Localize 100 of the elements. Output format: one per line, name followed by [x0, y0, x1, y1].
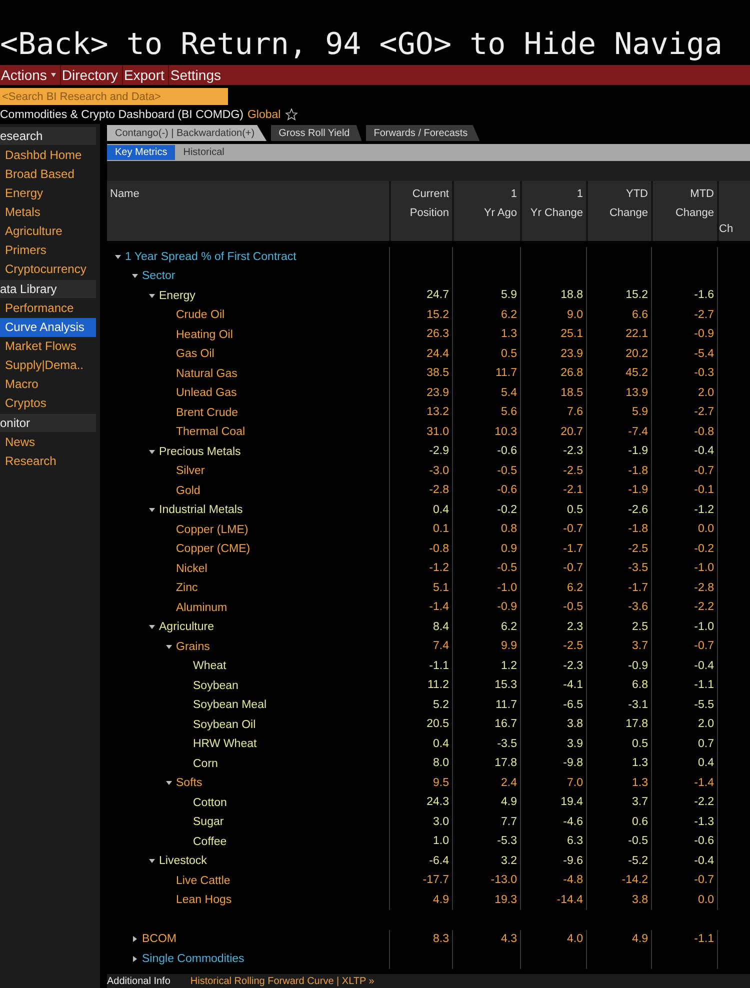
table-cell: 0.0 [698, 894, 714, 906]
table-cell: -4.1 [563, 679, 583, 691]
table-cell: 20.5 [426, 718, 449, 730]
table-cell: 0.4 [433, 738, 449, 750]
table-cell: 0.4 [433, 504, 449, 516]
expanded-triangle-icon[interactable] [149, 507, 155, 514]
table-cell: -3.6 [628, 601, 648, 613]
expanded-triangle-icon[interactable] [149, 624, 155, 630]
scope-link[interactable]: Global [247, 108, 281, 120]
table-cell: 15.2 [626, 289, 648, 301]
sidebar-item[interactable]: Agriculture [0, 222, 96, 241]
expanded-triangle-icon[interactable] [166, 780, 172, 786]
column-header: MTD Change [675, 188, 714, 219]
sidebar-item[interactable]: Energy [0, 184, 96, 203]
row-label: Heating Oil [176, 328, 233, 341]
expanded-triangle-icon[interactable] [149, 858, 155, 864]
table-cell: -0.5 [563, 601, 583, 613]
sidebar-item[interactable]: Cryptocurrency [0, 260, 96, 279]
table-cell: -2.2 [694, 601, 714, 613]
table-cell: 20.7 [560, 426, 583, 438]
table-cell: 26.3 [426, 328, 449, 340]
table-cell: -1.2 [429, 562, 449, 574]
table-cell: -2.3 [563, 660, 583, 672]
table-cell: -0.2 [694, 542, 714, 554]
table-cell: 23.9 [560, 348, 583, 360]
table-cell: 5.9 [632, 406, 648, 418]
table-cell: -1.4 [429, 601, 449, 613]
table-cell: -1.0 [694, 562, 714, 574]
tab[interactable]: Forwards / Forecasts [366, 125, 480, 141]
expanded-triangle-icon[interactable] [166, 644, 172, 650]
tab[interactable]: Gross Roll Yield [270, 125, 362, 141]
menu-item[interactable]: Settings [169, 65, 225, 85]
collapsed-triangle-icon[interactable] [132, 936, 138, 942]
table-cell: -0.7 [694, 640, 714, 652]
tab[interactable]: Contango(-) | Backwardation(+) [107, 125, 267, 141]
table-cell: 3.0 [433, 816, 449, 828]
footer-label: Additional Info [107, 976, 170, 986]
expanded-triangle-icon[interactable] [132, 273, 138, 280]
table-cell: -3.0 [429, 464, 449, 476]
table-cell: -2.6 [628, 504, 648, 516]
menu-item[interactable]: Directory [60, 65, 123, 85]
table-cell: 1.0 [433, 835, 449, 847]
navigation-hint: <Back> to Return, 94 <GO> to Hide Naviga [0, 26, 724, 64]
sidebar-item[interactable]: Macro [0, 375, 96, 394]
subtab[interactable]: Historical [175, 145, 232, 160]
table-cell: -1.7 [563, 542, 583, 554]
subtab[interactable]: Key Metrics [107, 145, 176, 160]
row-label: Unlead Gas [176, 387, 237, 400]
table-cell: -0.6 [497, 445, 517, 457]
sidebar-item[interactable]: Performance [0, 299, 96, 318]
expanded-triangle-icon[interactable] [149, 448, 155, 455]
column-header: 1 Yr Change [530, 188, 583, 219]
table-cell: -0.6 [694, 835, 714, 847]
table-cell: -0.7 [694, 874, 714, 886]
table-cell: -6.5 [563, 698, 583, 710]
sidebar-item[interactable]: Metals [0, 203, 96, 222]
table-cell: -0.4 [694, 660, 714, 672]
sidebar-item[interactable]: Market Flows [0, 337, 96, 356]
table-cell: -2.5 [563, 640, 583, 652]
row-label: Soybean [193, 680, 238, 692]
table-cell: 13.9 [626, 386, 648, 398]
expanded-triangle-icon[interactable] [115, 254, 121, 260]
table-cell: 2.0 [698, 386, 714, 398]
sidebar-item[interactable]: Curve Analysis [0, 318, 96, 337]
table-cell: 25.1 [560, 328, 583, 340]
table-cell: 45.2 [626, 367, 648, 379]
sidebar-item[interactable]: Primers [0, 241, 96, 260]
table-cell: -1.7 [628, 582, 648, 594]
sidebar-item[interactable]: Research [0, 452, 96, 471]
star-icon[interactable] [284, 108, 298, 121]
row-label: HRW Wheat [193, 738, 257, 750]
sidebar-item[interactable]: Supply|Dema.. [0, 356, 96, 375]
menu-item[interactable]: Export [122, 65, 170, 85]
table-cell: 2.0 [698, 718, 714, 730]
sidebar-item[interactable]: Dashbd Home [0, 146, 96, 165]
table-cell: 0.8 [501, 523, 517, 535]
table-cell: 0.5 [567, 504, 583, 516]
expanded-triangle-icon[interactable] [149, 292, 155, 299]
table-cell: 1.3 [632, 757, 648, 769]
menu-item[interactable]: Actions [0, 65, 61, 85]
row-label: Thermal Coal [176, 426, 246, 438]
table-cell: -1.0 [497, 582, 517, 594]
table-cell: 3.8 [567, 718, 583, 730]
table-cell: 18.8 [560, 289, 583, 301]
table-cell: -5.3 [497, 835, 517, 847]
table-cell: 4.9 [632, 932, 648, 944]
table-cell: -0.7 [563, 562, 583, 574]
sidebar-item[interactable]: Cryptos [0, 394, 96, 413]
table-cell: 15.3 [494, 679, 517, 691]
search-field[interactable]: <Search BI Research and Data> [0, 88, 228, 105]
table-cell: 38.5 [426, 367, 449, 379]
collapsed-triangle-icon[interactable] [132, 956, 138, 962]
sidebar-item[interactable]: Broad Based [0, 165, 96, 184]
sidebar-item[interactable]: News [0, 433, 96, 452]
table-cell: 24.3 [426, 796, 449, 808]
row-label: Cotton [193, 796, 227, 809]
table-cell: -0.8 [694, 426, 714, 438]
table-cell: 9.9 [501, 640, 517, 652]
footer-link[interactable]: Historical Rolling Forward Curve | XLTP » [190, 976, 374, 986]
table-cell: 0.6 [632, 816, 648, 828]
